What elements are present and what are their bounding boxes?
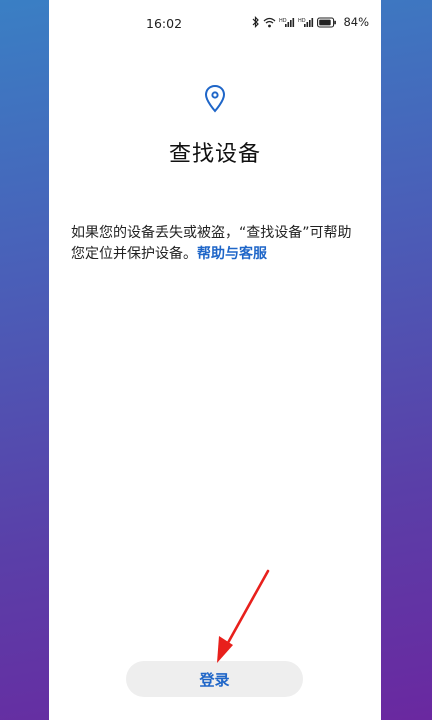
- status-icons: HD HD 84%: [252, 14, 369, 30]
- signal-icon: HD: [298, 17, 314, 28]
- status-bar: 16:02 HD HD 84%: [49, 0, 381, 44]
- svg-text:HD: HD: [298, 18, 306, 24]
- bluetooth-icon: [252, 16, 260, 28]
- status-time: 16:02: [146, 16, 183, 31]
- signal-icon: HD: [279, 17, 295, 28]
- page-title: 查找设备: [168, 142, 261, 167]
- svg-text:HD: HD: [279, 18, 287, 24]
- wifi-icon: [263, 17, 276, 28]
- location-pin-icon: [203, 84, 227, 118]
- battery-percent: 84%: [343, 15, 369, 29]
- help-link[interactable]: 帮助与客服: [197, 246, 267, 262]
- login-button[interactable]: 登录: [126, 661, 303, 697]
- battery-icon: [317, 16, 337, 28]
- background: 16:02 HD HD 84% 查找设备 如果您的设备丢失或被盗，“查找设备”可…: [0, 0, 432, 720]
- description: 如果您的设备丢失或被盗，“查找设备”可帮助您定位并保护设备。帮助与客服: [71, 223, 361, 265]
- app-screen: 16:02 HD HD 84% 查找设备 如果您的设备丢失或被盗，“查找设备”可…: [49, 0, 381, 720]
